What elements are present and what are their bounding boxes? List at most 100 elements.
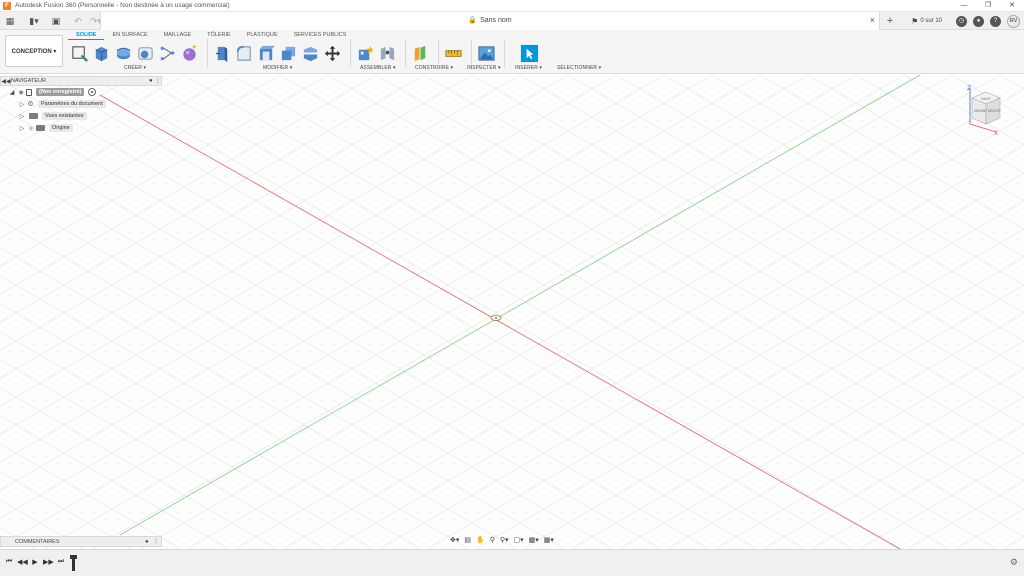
insert-menu[interactable]: INSÉRER ▾ [515,65,542,71]
insert-image-icon[interactable] [477,44,496,63]
zoom-icon[interactable]: ⚲ [488,535,497,547]
measure-icon[interactable] [444,44,463,63]
sweep-icon[interactable] [136,44,155,63]
form-icon[interactable] [180,44,199,63]
fillet-icon[interactable] [235,44,254,63]
joint-icon[interactable] [378,44,397,63]
select-menu[interactable]: SÉLECTIONNER ▾ [557,65,601,71]
extrude-icon[interactable] [92,44,111,63]
gear-icon: ⚙ [27,101,34,108]
expand-right-icon[interactable]: ▷ [18,125,26,132]
file-icon[interactable]: ▮▾ [26,14,42,28]
navigator-header: ◀◀ NAVIGATEUR ● ⋮ [0,76,162,86]
fusion-logo-icon: F [3,1,11,10]
title-bar: F Autodesk Fusion 360 (Personnelle - Non… [0,0,1024,12]
new-component-icon[interactable] [356,44,375,63]
job-flag-icon: ⚑ [911,16,919,26]
activate-radio-icon[interactable] [88,88,97,96]
view-cube[interactable]: Z X HAUT DEVANT DROITE [962,84,1006,136]
clock-icon[interactable]: ◷ [956,15,967,27]
viewports-icon[interactable]: ▦▾ [542,535,556,547]
3d-viewport[interactable] [0,75,1024,549]
maximize-icon[interactable]: ❐ [976,0,1000,12]
expand-down-icon[interactable]: ◢ [8,89,16,96]
ribbon-tools: + [70,39,542,67]
comments-expand-icon[interactable]: ⋮ [153,538,161,545]
play-icon[interactable]: ▶ [30,558,40,566]
tree-item[interactable]: ▷ ◉ Origine [0,122,162,134]
help-icon[interactable]: ? [990,15,1001,27]
go-to-end-icon[interactable]: ⏭ [56,558,66,566]
tree-item-label[interactable]: Paramètres du document [38,100,106,108]
construct-menu[interactable]: CONSTRUIRE ▾ [415,65,453,71]
create-menu[interactable]: CRÉER ▾ [124,65,146,71]
step-forward-icon[interactable]: ▶▶ [43,558,54,566]
grid-snap-icon[interactable]: ▦▾ [527,535,541,547]
tab-solide[interactable]: SOLIDE [68,31,105,40]
tab-maillage[interactable]: MAILLAGE [156,31,200,40]
document-title: Sans nom [480,17,512,24]
tab-close-icon[interactable]: × [870,15,875,25]
save-icon[interactable]: ▣ [48,14,64,28]
orbit-icon[interactable]: ✥▾ [448,535,461,547]
collapse-icon[interactable]: ◀◀ [1,78,11,85]
revolve-icon[interactable] [114,44,133,63]
ribbon-separator [504,39,505,67]
rib-icon[interactable] [158,44,177,63]
tab-plastique[interactable]: PLASTIQUE [239,31,286,40]
modify-menu[interactable]: MODIFIER ▾ [263,65,292,71]
tree-root[interactable]: ◢ ◉ (Non enregistré) [0,86,162,98]
visibility-eye-icon[interactable]: ◉ [16,89,26,96]
tab-services-publics[interactable]: SERVICES PUBLICS [286,31,355,40]
timeline-settings-gear-icon[interactable]: ⚙ [1010,557,1018,568]
split-body-icon[interactable] [301,44,320,63]
tab-tolerie[interactable]: TÔLERIE [199,31,239,40]
tree-item-label[interactable]: Vues existantes [42,112,87,120]
ribbon-separator [207,39,208,67]
step-back-icon[interactable]: ◀◀ [17,558,28,566]
visibility-eye-icon[interactable]: ◉ [26,125,36,132]
timeline-marker[interactable] [70,555,77,571]
shell-icon[interactable] [257,44,276,63]
job-status-button[interactable]: ⚑ 0 sur 10 [911,17,942,26]
fit-zoom-icon[interactable]: ⚲▾ [498,535,511,547]
notification-bell-icon[interactable]: ● [973,15,984,27]
ribbon-separator [438,39,439,67]
viewcube-front-face: DEVANT [974,109,988,113]
panel-expand-icon[interactable]: ⋮ [155,78,161,85]
select-icon[interactable] [520,44,539,63]
expand-right-icon[interactable]: ▷ [18,113,26,120]
expand-right-icon[interactable]: ▷ [18,101,26,108]
minimize-icon[interactable]: — [952,0,976,12]
tree-item[interactable]: ▷ Vues existantes [0,110,162,122]
comments-panel[interactable]: COMMENTAIRES ● ⋮ [0,536,162,547]
look-at-icon[interactable]: ▤ [462,535,473,547]
pan-hand-icon[interactable]: ✋ [474,535,487,547]
root-document-label[interactable]: (Non enregistré) [36,88,85,96]
document-tab[interactable]: 🔒 Sans nom × [100,12,880,30]
close-icon[interactable]: ✕ [1000,0,1024,12]
press-pull-icon[interactable] [213,44,232,63]
job-status-label: 0 sur 10 [920,18,942,24]
comments-add-icon[interactable]: ● [145,539,153,545]
inspect-menu[interactable]: INSPECTER ▾ [467,65,501,71]
navigator-title: NAVIGATEUR [11,78,46,84]
grid-apps-icon[interactable]: ▦ [2,14,18,28]
workspace-switcher[interactable]: CONCEPTION ▾ [5,35,63,67]
ribbon-separator [471,39,472,67]
user-avatar[interactable]: RV [1007,14,1020,28]
go-to-start-icon[interactable]: ⏮ [4,558,14,566]
display-settings-icon[interactable]: ▢▾ [512,535,526,547]
z-axis-label: Z [967,85,971,92]
tree-item-label[interactable]: Origine [49,124,73,132]
tree-item[interactable]: ▷ ⚙ Paramètres du document [0,98,162,110]
assemble-menu[interactable]: ASSEMBLER ▾ [360,65,396,71]
create-sketch-icon[interactable]: + [70,44,89,63]
offset-plane-icon[interactable] [411,44,430,63]
comments-title: COMMENTAIRES [15,538,60,545]
combine-icon[interactable] [279,44,298,63]
new-tab-plus-icon[interactable]: + [882,14,898,28]
move-copy-icon[interactable] [323,44,342,63]
undo-icon[interactable]: ↶ [70,14,86,28]
tab-en-surface[interactable]: EN SURFACE [104,31,155,40]
